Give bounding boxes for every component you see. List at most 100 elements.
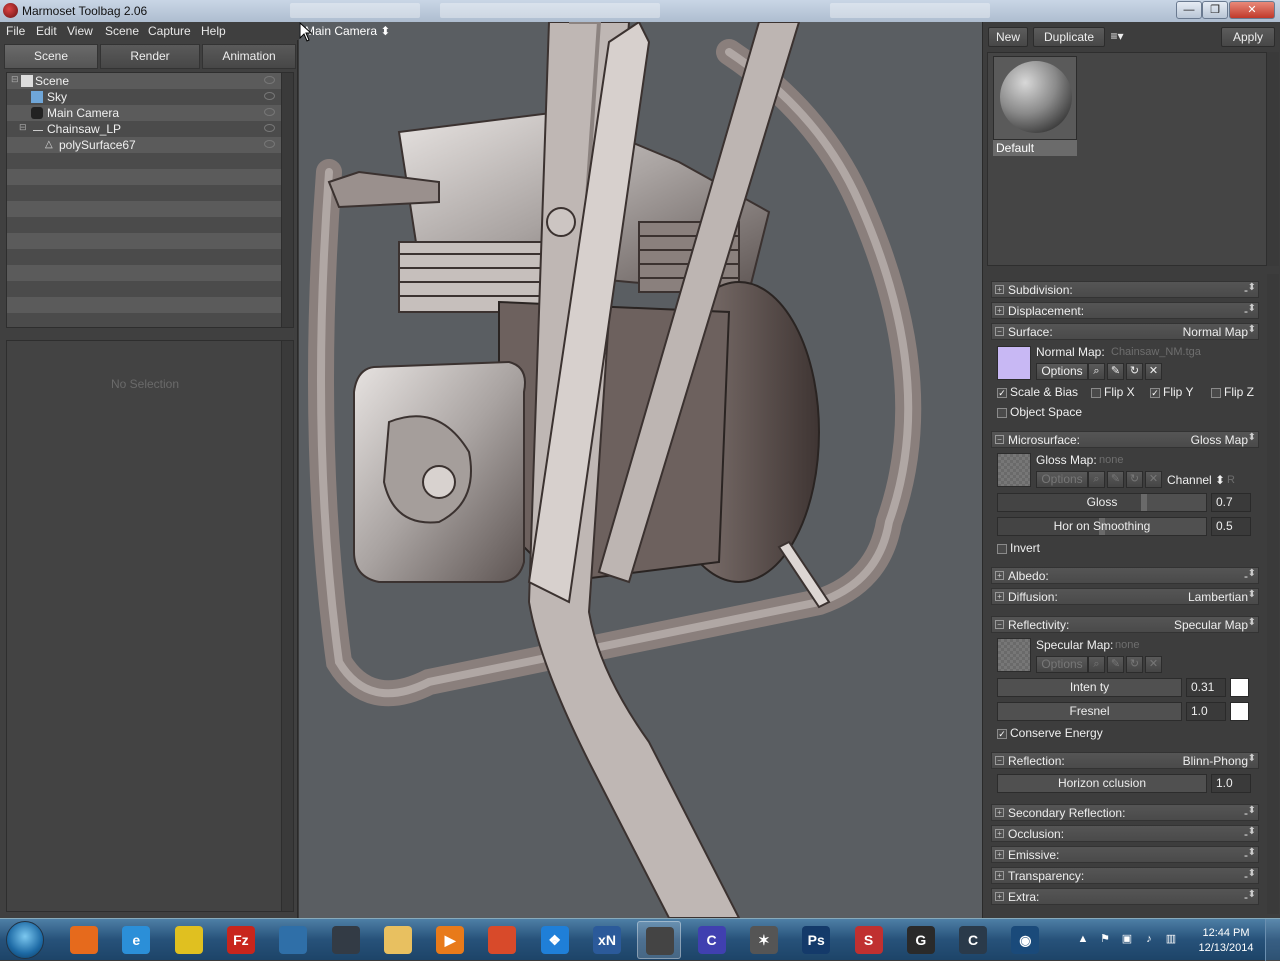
- taskbar-c-app-button[interactable]: C: [951, 921, 995, 959]
- gloss-slider[interactable]: Gloss: [997, 493, 1207, 512]
- scale-bias-checkbox[interactable]: ✓: [997, 388, 1007, 398]
- material-properties-scrollbar[interactable]: [1267, 274, 1279, 914]
- scene-tree-scrollbar[interactable]: [281, 73, 293, 327]
- dropdown-arrow-icon[interactable]: ⬍: [1248, 868, 1256, 879]
- section-secondary-reflection[interactable]: + Secondary Reflection: - ⬍: [991, 804, 1259, 821]
- action-center-flag-icon[interactable]: ⚑: [1098, 932, 1112, 946]
- gloss-map-swatch[interactable]: [997, 453, 1031, 487]
- section-microsurface[interactable]: − Microsurface: Gloss Map ⬍: [991, 431, 1259, 448]
- section-reflectivity[interactable]: − Reflectivity: Specular Map ⬍: [991, 616, 1259, 633]
- expand-icon[interactable]: +: [995, 592, 1004, 601]
- minimize-button[interactable]: —: [1176, 1, 1202, 19]
- clear-icon[interactable]: ✕: [1145, 363, 1162, 380]
- section-surface[interactable]: − Surface: Normal Map ⬍: [991, 323, 1259, 340]
- eyedropper-icon[interactable]: ✎: [1107, 656, 1124, 673]
- dropdown-arrow-icon[interactable]: ⬍: [1248, 568, 1256, 579]
- show-desktop-button[interactable]: [1265, 919, 1280, 961]
- menu-file[interactable]: File: [6, 24, 25, 38]
- visibility-eye-icon[interactable]: [264, 92, 275, 100]
- visibility-eye-icon[interactable]: [264, 124, 275, 132]
- maximize-button[interactable]: ❐: [1202, 1, 1228, 19]
- clear-icon[interactable]: ✕: [1145, 656, 1162, 673]
- taskbar-chrome-button[interactable]: [167, 921, 211, 959]
- invert-checkbox[interactable]: [997, 544, 1007, 554]
- expand-icon[interactable]: +: [995, 850, 1004, 859]
- tree-item-polysurface[interactable]: △ polySurface67: [7, 137, 281, 153]
- taskbar-crazybump-button[interactable]: C: [690, 921, 734, 959]
- visibility-eye-icon[interactable]: [264, 76, 275, 84]
- taskbar-internet-explorer-button[interactable]: e: [114, 921, 158, 959]
- expand-icon[interactable]: +: [995, 808, 1004, 817]
- material-menu-icon[interactable]: ≡▾: [1106, 27, 1128, 47]
- eyedropper-icon[interactable]: ✎: [1107, 471, 1124, 488]
- properties-scrollbar[interactable]: [281, 341, 293, 911]
- show-hidden-icons-icon[interactable]: ▲: [1076, 932, 1090, 946]
- tree-item-chainsaw[interactable]: ⊟ Chainsaw_LP: [7, 121, 281, 137]
- section-transparency[interactable]: + Transparency: - ⬍: [991, 867, 1259, 884]
- search-icon[interactable]: ⌕: [1088, 656, 1105, 673]
- horizon-smoothing-slider[interactable]: Hor on Smoothing: [997, 517, 1207, 536]
- start-button[interactable]: [6, 921, 44, 959]
- menu-capture[interactable]: Capture: [148, 24, 191, 38]
- taskbar-search-tool-button[interactable]: [271, 921, 315, 959]
- taskbar-photoshop-button[interactable]: Ps: [794, 921, 838, 959]
- normal-map-options-button[interactable]: Options: [1036, 363, 1088, 380]
- channel-label[interactable]: Channel ⬍: [1167, 473, 1225, 487]
- intensity-value-field[interactable]: 0.31: [1186, 678, 1226, 697]
- menu-edit[interactable]: Edit: [36, 24, 57, 38]
- expand-icon[interactable]: +: [995, 571, 1004, 580]
- section-extra[interactable]: + Extra: - ⬍: [991, 888, 1259, 905]
- gloss-slider-knob[interactable]: [1140, 494, 1147, 511]
- expand-icon[interactable]: +: [995, 871, 1004, 880]
- gloss-map-options-button[interactable]: Options: [1036, 471, 1088, 488]
- section-value[interactable]: Gloss Map: [1191, 433, 1248, 447]
- specular-color-swatch[interactable]: [1230, 678, 1249, 697]
- tab-scene[interactable]: Scene: [4, 44, 98, 69]
- taskbar-xnormal-button[interactable]: xN: [585, 921, 629, 959]
- channel-value[interactable]: R: [1227, 474, 1235, 486]
- collapse-icon[interactable]: ⊟: [11, 74, 19, 85]
- fresnel-value-field[interactable]: 1.0: [1186, 702, 1226, 721]
- dropdown-arrow-icon[interactable]: ⬍: [1248, 805, 1256, 816]
- flip-y-checkbox[interactable]: ✓: [1150, 388, 1160, 398]
- menu-scene[interactable]: Scene: [105, 24, 139, 38]
- close-button[interactable]: ✕: [1229, 1, 1275, 19]
- section-occlusion[interactable]: + Occlusion: - ⬍: [991, 825, 1259, 842]
- fresnel-color-swatch[interactable]: [1230, 702, 1249, 721]
- taskbar-aperture-button[interactable]: ◉: [1003, 921, 1047, 959]
- device-icon[interactable]: ▣: [1120, 932, 1134, 946]
- volume-icon[interactable]: ♪: [1142, 932, 1156, 946]
- expand-icon[interactable]: +: [995, 829, 1004, 838]
- eyedropper-icon[interactable]: ✎: [1107, 363, 1124, 380]
- dropdown-arrow-icon[interactable]: ⬍: [1248, 753, 1256, 764]
- intensity-slider[interactable]: Inten ty: [997, 678, 1182, 697]
- search-icon[interactable]: ⌕: [1088, 471, 1105, 488]
- search-icon[interactable]: ⌕: [1088, 363, 1105, 380]
- new-material-button[interactable]: New: [988, 27, 1028, 47]
- taskbar-zbrush-button[interactable]: ✶: [742, 921, 786, 959]
- section-subdivision[interactable]: + Subdivision: - ⬍: [991, 281, 1259, 298]
- visibility-eye-icon[interactable]: [264, 140, 275, 148]
- tree-item-scene[interactable]: ⊟ Scene: [7, 73, 281, 89]
- reload-icon[interactable]: ↻: [1126, 471, 1143, 488]
- section-albedo[interactable]: + Albedo: - ⬍: [991, 567, 1259, 584]
- reload-icon[interactable]: ↻: [1126, 363, 1143, 380]
- section-diffusion[interactable]: + Diffusion: Lambertian ⬍: [991, 588, 1259, 605]
- taskbar-marmoset-button[interactable]: [637, 921, 682, 959]
- camera-selector[interactable]: Main Camera ⬍: [305, 24, 390, 38]
- collapse-icon[interactable]: −: [995, 756, 1004, 765]
- section-value[interactable]: Blinn-Phong: [1183, 754, 1248, 768]
- reload-icon[interactable]: ↻: [1126, 656, 1143, 673]
- collapse-icon[interactable]: −: [995, 327, 1004, 336]
- dropdown-arrow-icon[interactable]: ⬍: [1248, 432, 1256, 443]
- section-value[interactable]: Lambertian: [1188, 590, 1248, 604]
- specular-map-options-button[interactable]: Options: [1036, 656, 1088, 673]
- expand-icon[interactable]: +: [995, 285, 1004, 294]
- horizon-occlusion-slider[interactable]: Horizon cclusion: [997, 774, 1207, 793]
- tree-item-main-camera[interactable]: Main Camera: [7, 105, 281, 121]
- dropdown-arrow-icon[interactable]: ⬍: [1248, 847, 1256, 858]
- menu-help[interactable]: Help: [201, 24, 226, 38]
- taskbar-file-explorer-button[interactable]: [376, 921, 420, 959]
- dropdown-arrow-icon[interactable]: ⬍: [1248, 617, 1256, 628]
- dropdown-arrow-icon[interactable]: ⬍: [1248, 589, 1256, 600]
